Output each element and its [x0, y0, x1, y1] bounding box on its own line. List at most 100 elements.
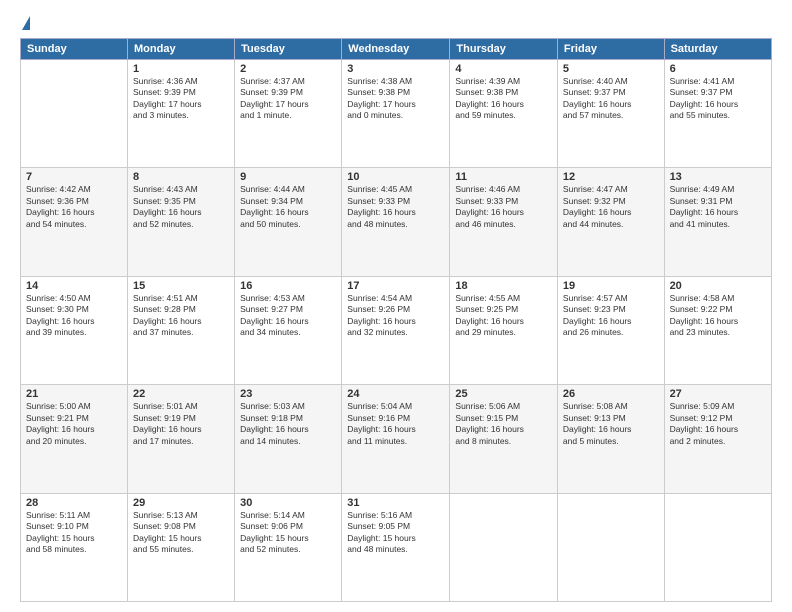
day-header-wednesday: Wednesday: [342, 39, 450, 60]
calendar-cell: 14Sunrise: 4:50 AM Sunset: 9:30 PM Dayli…: [21, 276, 128, 384]
day-number: 24: [347, 388, 444, 400]
day-info: Sunrise: 4:58 AM Sunset: 9:22 PM Dayligh…: [670, 293, 766, 339]
day-number: 10: [347, 171, 444, 183]
day-info: Sunrise: 4:51 AM Sunset: 9:28 PM Dayligh…: [133, 293, 229, 339]
calendar-cell: [450, 493, 558, 601]
day-number: 31: [347, 497, 444, 509]
logo-triangle-icon: [22, 16, 30, 30]
day-number: 8: [133, 171, 229, 183]
day-header-monday: Monday: [128, 39, 235, 60]
day-info: Sunrise: 5:00 AM Sunset: 9:21 PM Dayligh…: [26, 401, 122, 447]
day-info: Sunrise: 5:14 AM Sunset: 9:06 PM Dayligh…: [240, 510, 336, 556]
day-info: Sunrise: 4:40 AM Sunset: 9:37 PM Dayligh…: [563, 76, 659, 122]
calendar-cell: 27Sunrise: 5:09 AM Sunset: 9:12 PM Dayli…: [664, 385, 771, 493]
calendar-cell: 9Sunrise: 4:44 AM Sunset: 9:34 PM Daylig…: [235, 168, 342, 276]
calendar-body: 1Sunrise: 4:36 AM Sunset: 9:39 PM Daylig…: [21, 60, 772, 602]
day-info: Sunrise: 4:54 AM Sunset: 9:26 PM Dayligh…: [347, 293, 444, 339]
day-info: Sunrise: 4:43 AM Sunset: 9:35 PM Dayligh…: [133, 184, 229, 230]
day-number: 25: [455, 388, 552, 400]
calendar-cell: 31Sunrise: 5:16 AM Sunset: 9:05 PM Dayli…: [342, 493, 450, 601]
day-number: 27: [670, 388, 766, 400]
day-header-saturday: Saturday: [664, 39, 771, 60]
day-header-friday: Friday: [557, 39, 664, 60]
day-info: Sunrise: 5:04 AM Sunset: 9:16 PM Dayligh…: [347, 401, 444, 447]
day-info: Sunrise: 4:50 AM Sunset: 9:30 PM Dayligh…: [26, 293, 122, 339]
calendar: SundayMondayTuesdayWednesdayThursdayFrid…: [20, 38, 772, 602]
day-info: Sunrise: 5:01 AM Sunset: 9:19 PM Dayligh…: [133, 401, 229, 447]
week-row-5: 28Sunrise: 5:11 AM Sunset: 9:10 PM Dayli…: [21, 493, 772, 601]
calendar-cell: 2Sunrise: 4:37 AM Sunset: 9:39 PM Daylig…: [235, 60, 342, 168]
day-number: 6: [670, 63, 766, 75]
calendar-cell: 3Sunrise: 4:38 AM Sunset: 9:38 PM Daylig…: [342, 60, 450, 168]
day-info: Sunrise: 4:47 AM Sunset: 9:32 PM Dayligh…: [563, 184, 659, 230]
day-number: 29: [133, 497, 229, 509]
day-number: 9: [240, 171, 336, 183]
day-info: Sunrise: 5:09 AM Sunset: 9:12 PM Dayligh…: [670, 401, 766, 447]
day-info: Sunrise: 4:39 AM Sunset: 9:38 PM Dayligh…: [455, 76, 552, 122]
week-row-3: 14Sunrise: 4:50 AM Sunset: 9:30 PM Dayli…: [21, 276, 772, 384]
day-number: 26: [563, 388, 659, 400]
day-info: Sunrise: 4:55 AM Sunset: 9:25 PM Dayligh…: [455, 293, 552, 339]
calendar-cell: 21Sunrise: 5:00 AM Sunset: 9:21 PM Dayli…: [21, 385, 128, 493]
calendar-cell: 10Sunrise: 4:45 AM Sunset: 9:33 PM Dayli…: [342, 168, 450, 276]
calendar-cell: 18Sunrise: 4:55 AM Sunset: 9:25 PM Dayli…: [450, 276, 558, 384]
day-number: 15: [133, 280, 229, 292]
day-number: 21: [26, 388, 122, 400]
day-number: 11: [455, 171, 552, 183]
day-header-tuesday: Tuesday: [235, 39, 342, 60]
page: SundayMondayTuesdayWednesdayThursdayFrid…: [0, 0, 792, 612]
calendar-cell: 15Sunrise: 4:51 AM Sunset: 9:28 PM Dayli…: [128, 276, 235, 384]
day-info: Sunrise: 4:49 AM Sunset: 9:31 PM Dayligh…: [670, 184, 766, 230]
calendar-cell: 17Sunrise: 4:54 AM Sunset: 9:26 PM Dayli…: [342, 276, 450, 384]
day-number: 4: [455, 63, 552, 75]
day-number: 1: [133, 63, 229, 75]
calendar-header-row: SundayMondayTuesdayWednesdayThursdayFrid…: [21, 39, 772, 60]
calendar-cell: 16Sunrise: 4:53 AM Sunset: 9:27 PM Dayli…: [235, 276, 342, 384]
day-info: Sunrise: 4:41 AM Sunset: 9:37 PM Dayligh…: [670, 76, 766, 122]
calendar-cell: 28Sunrise: 5:11 AM Sunset: 9:10 PM Dayli…: [21, 493, 128, 601]
calendar-cell: 30Sunrise: 5:14 AM Sunset: 9:06 PM Dayli…: [235, 493, 342, 601]
calendar-cell: 29Sunrise: 5:13 AM Sunset: 9:08 PM Dayli…: [128, 493, 235, 601]
week-row-2: 7Sunrise: 4:42 AM Sunset: 9:36 PM Daylig…: [21, 168, 772, 276]
day-number: 2: [240, 63, 336, 75]
calendar-cell: 4Sunrise: 4:39 AM Sunset: 9:38 PM Daylig…: [450, 60, 558, 168]
calendar-cell: 20Sunrise: 4:58 AM Sunset: 9:22 PM Dayli…: [664, 276, 771, 384]
calendar-cell: [21, 60, 128, 168]
day-info: Sunrise: 4:45 AM Sunset: 9:33 PM Dayligh…: [347, 184, 444, 230]
day-info: Sunrise: 4:53 AM Sunset: 9:27 PM Dayligh…: [240, 293, 336, 339]
calendar-cell: 13Sunrise: 4:49 AM Sunset: 9:31 PM Dayli…: [664, 168, 771, 276]
day-number: 3: [347, 63, 444, 75]
day-info: Sunrise: 4:57 AM Sunset: 9:23 PM Dayligh…: [563, 293, 659, 339]
day-number: 23: [240, 388, 336, 400]
day-number: 18: [455, 280, 552, 292]
day-number: 5: [563, 63, 659, 75]
day-header-sunday: Sunday: [21, 39, 128, 60]
day-number: 7: [26, 171, 122, 183]
calendar-cell: 25Sunrise: 5:06 AM Sunset: 9:15 PM Dayli…: [450, 385, 558, 493]
day-info: Sunrise: 5:06 AM Sunset: 9:15 PM Dayligh…: [455, 401, 552, 447]
day-number: 22: [133, 388, 229, 400]
day-info: Sunrise: 5:16 AM Sunset: 9:05 PM Dayligh…: [347, 510, 444, 556]
day-number: 19: [563, 280, 659, 292]
week-row-1: 1Sunrise: 4:36 AM Sunset: 9:39 PM Daylig…: [21, 60, 772, 168]
calendar-cell: 5Sunrise: 4:40 AM Sunset: 9:37 PM Daylig…: [557, 60, 664, 168]
calendar-cell: 6Sunrise: 4:41 AM Sunset: 9:37 PM Daylig…: [664, 60, 771, 168]
day-info: Sunrise: 5:11 AM Sunset: 9:10 PM Dayligh…: [26, 510, 122, 556]
calendar-cell: 23Sunrise: 5:03 AM Sunset: 9:18 PM Dayli…: [235, 385, 342, 493]
day-info: Sunrise: 4:38 AM Sunset: 9:38 PM Dayligh…: [347, 76, 444, 122]
day-info: Sunrise: 4:42 AM Sunset: 9:36 PM Dayligh…: [26, 184, 122, 230]
day-number: 13: [670, 171, 766, 183]
day-number: 28: [26, 497, 122, 509]
week-row-4: 21Sunrise: 5:00 AM Sunset: 9:21 PM Dayli…: [21, 385, 772, 493]
calendar-cell: 19Sunrise: 4:57 AM Sunset: 9:23 PM Dayli…: [557, 276, 664, 384]
logo: [20, 16, 30, 30]
calendar-cell: 26Sunrise: 5:08 AM Sunset: 9:13 PM Dayli…: [557, 385, 664, 493]
calendar-cell: 24Sunrise: 5:04 AM Sunset: 9:16 PM Dayli…: [342, 385, 450, 493]
day-info: Sunrise: 4:46 AM Sunset: 9:33 PM Dayligh…: [455, 184, 552, 230]
calendar-cell: 11Sunrise: 4:46 AM Sunset: 9:33 PM Dayli…: [450, 168, 558, 276]
calendar-cell: 1Sunrise: 4:36 AM Sunset: 9:39 PM Daylig…: [128, 60, 235, 168]
header: [20, 16, 772, 30]
day-number: 17: [347, 280, 444, 292]
day-number: 12: [563, 171, 659, 183]
calendar-cell: 12Sunrise: 4:47 AM Sunset: 9:32 PM Dayli…: [557, 168, 664, 276]
